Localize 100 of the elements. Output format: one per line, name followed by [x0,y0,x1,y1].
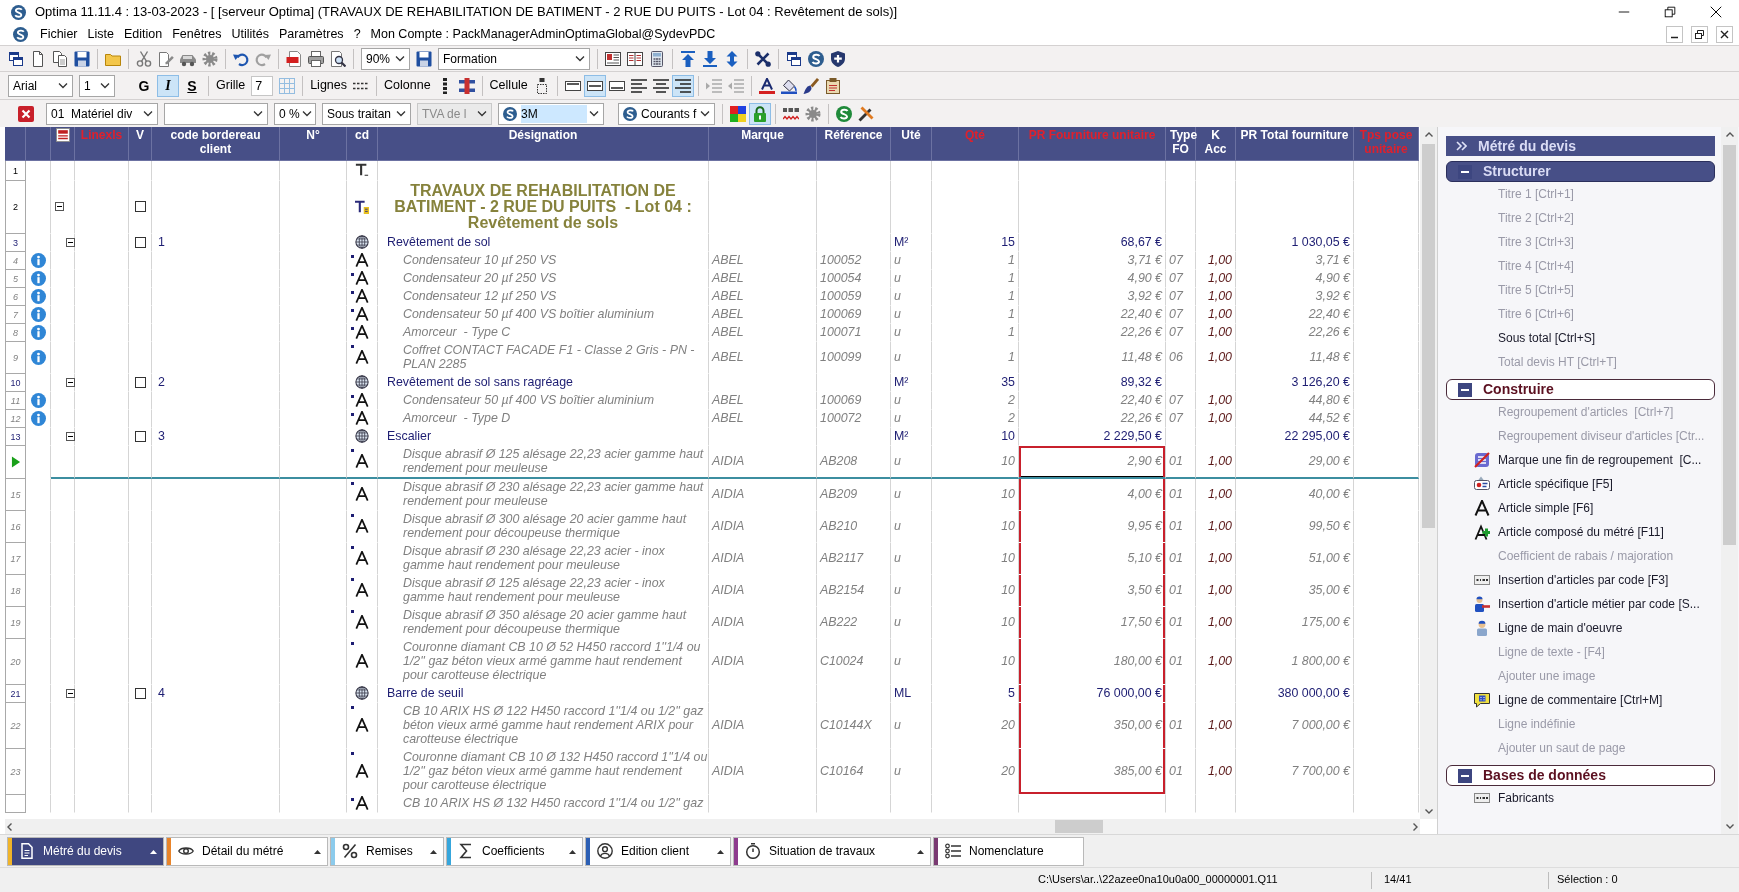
info-icon[interactable] [30,253,46,268]
row-number[interactable]: 3 [5,234,26,252]
row-number[interactable]: 20 [5,639,26,685]
menu-item[interactable]: Utilités [226,27,274,42]
checkbox[interactable] [134,236,146,248]
color-grid-icon[interactable] [730,105,746,122]
bold-button[interactable]: G [133,74,155,97]
align-left-icon[interactable] [630,77,647,94]
info-icon[interactable] [30,307,46,322]
column-header[interactable]: K Acc [1196,127,1236,161]
column-header[interactable]: Uté [891,127,932,161]
scrollbar-thumb[interactable] [1723,145,1736,545]
row-number[interactable]: 5 [5,270,26,288]
vertical-scrollbar[interactable] [1721,127,1738,834]
arrow-updown-icon[interactable] [724,50,740,67]
column-header[interactable]: N° [280,127,347,161]
minus-icon[interactable] [1458,164,1472,179]
info-icon[interactable] [30,289,46,304]
checkbox[interactable] [134,430,146,442]
caret-up-icon[interactable] [150,848,157,854]
arrow-up-icon[interactable] [680,50,696,67]
menu-item[interactable]: Liste [82,27,119,42]
vertical-scrollbar[interactable] [1420,127,1437,819]
clipboard-icon[interactable] [824,77,841,94]
column-header[interactable]: PR Total fourniture [1236,127,1354,161]
bottom-tab[interactable]: Remises [330,836,444,866]
underline-button[interactable]: S [181,74,203,97]
crossed-tools-icon[interactable] [755,50,771,67]
info-icon[interactable] [30,350,46,365]
bottom-tab[interactable]: Métré du devis [7,836,164,866]
bottom-tab[interactable]: Situation de travaux [733,836,931,866]
menu-item[interactable]: Paramètres [274,27,349,42]
row-number[interactable]: 18 [5,575,26,607]
checkbox[interactable] [134,201,146,212]
row-number[interactable]: 9 [5,342,26,374]
spellcheck-icon[interactable] [783,105,799,122]
gear-icon[interactable] [202,50,218,67]
page-magnifier-icon[interactable] [330,50,346,67]
row-number[interactable]: 10 [5,374,26,392]
checkbox[interactable] [134,376,146,388]
row-number[interactable]: 4 [5,252,26,270]
row-number[interactable]: 8 [5,324,26,342]
align-center-icon[interactable] [652,77,669,94]
row-number[interactable]: 6 [5,288,26,306]
blank-page-icon[interactable] [30,50,46,67]
grid-size-field[interactable]: 7 [251,75,274,96]
supplier-select[interactable]: 3M [498,102,604,125]
menu-item[interactable]: Fichier [35,27,83,42]
minus-icon[interactable] [1458,382,1472,397]
calculator-icon[interactable] [649,50,665,67]
subcontract-select[interactable]: Sous traitan [322,102,411,125]
scroll-down-icon[interactable] [1423,806,1434,816]
font-select[interactable]: Arial [8,74,73,97]
row-number[interactable]: 16 [5,511,26,543]
zoom-select[interactable]: 90% [361,47,410,70]
pages-icon[interactable] [52,50,68,67]
font-size-select[interactable]: 1 [79,74,115,97]
column-header[interactable]: Marque [709,127,817,161]
collapse-toggle-icon[interactable] [66,237,75,247]
pdf-icon[interactable] [286,50,302,67]
windows-icon[interactable] [8,50,24,67]
caret-up-icon[interactable] [569,848,576,854]
info-icon[interactable] [30,325,46,340]
row-number[interactable]: 17 [5,543,26,575]
column-header[interactable]: Type FO [1166,127,1196,161]
tools-icon[interactable] [858,105,874,122]
panel-item[interactable]: Article simple [F6] [1446,496,1715,520]
row-number[interactable]: 11 [5,392,26,410]
row-number[interactable]: 1 [5,161,26,181]
bottom-tab[interactable]: Nomenclature [933,836,1084,866]
section-header[interactable]: Bases de données [1446,765,1715,786]
panel-item[interactable]: Article composé du métré [F11] [1446,520,1715,544]
gear-icon[interactable] [805,105,821,122]
row-number[interactable]: 15 [5,479,26,511]
scrollbar-thumb[interactable] [1422,144,1435,528]
scroll-down-icon[interactable] [1724,821,1735,831]
logo-icon[interactable] [808,50,824,67]
info-icon[interactable] [30,393,46,408]
collapse-toggle-icon[interactable] [66,431,75,441]
caret-up-icon[interactable] [917,848,924,854]
info-icon[interactable] [30,271,46,286]
minimize-icon[interactable] [1666,26,1683,43]
lock-icon[interactable] [749,102,771,125]
row-number[interactable]: 21 [5,685,26,703]
scrollbar-thumb[interactable] [1055,820,1103,833]
italic-button[interactable]: I [157,74,179,97]
text-color-icon[interactable] [758,77,775,94]
tariff-select[interactable]: Courants f [618,102,715,125]
panel-item[interactable]: Fabricants [1446,786,1715,810]
row-number[interactable]: 7 [5,306,26,324]
floppy-icon[interactable] [74,50,90,67]
caret-up-icon[interactable] [314,848,321,854]
row-number[interactable]: 23 [5,749,26,795]
restore-icon[interactable] [1691,26,1708,43]
caret-up-icon[interactable] [717,848,724,854]
page-pencil-icon[interactable] [158,50,174,67]
id-card-icon[interactable] [605,50,621,67]
row-number[interactable]: 22 [5,703,26,749]
panel-item[interactable]: Insertion d'article métier par code [S... [1446,592,1715,616]
panel-item[interactable]: Article spécifique [F5] [1446,472,1715,496]
